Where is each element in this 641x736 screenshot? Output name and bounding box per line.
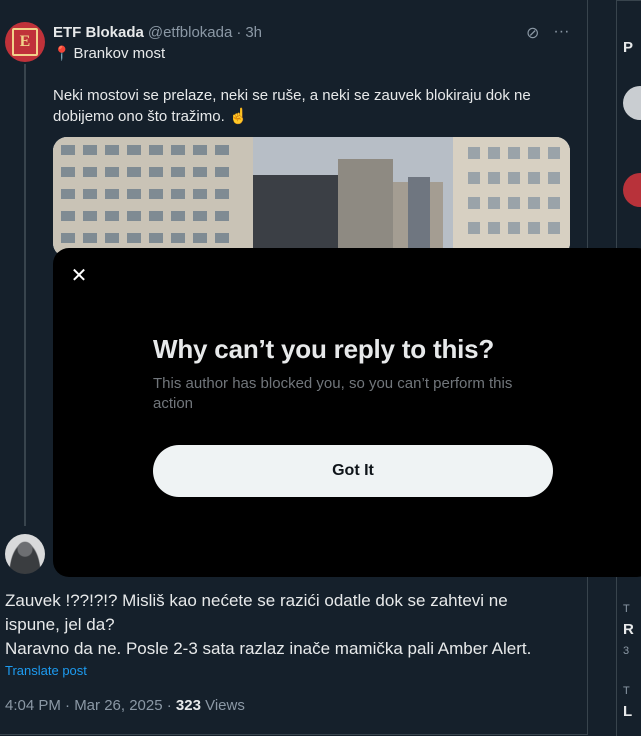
sidebar-fragment: T [623,685,630,697]
author-name[interactable]: ETF Blokada [53,24,144,41]
tweet-header: ETF Blokada @etfblokada · 3h [53,24,262,41]
close-icon[interactable]: ✕ [67,264,91,288]
post-timestamp[interactable]: 4:04 PM · Mar 26, 2025 · [5,697,176,714]
pointing-up-emoji: ☝ [228,108,248,125]
sidebar-fragment: P [623,39,634,56]
author-avatar[interactable]: E [5,22,45,62]
tweet-body: Neki mostovi se prelaze, neki se ruše, a… [53,87,531,125]
got-it-button[interactable]: Got It [153,445,553,497]
city-photo [53,137,570,257]
time-ago[interactable]: 3h [245,24,262,41]
location-text: Brankov most [73,45,166,62]
modal-subtitle: This author has blocked you, so you can’… [153,375,513,412]
blocked-reply-modal: ✕ Why can’t you reply to this? This auth… [53,248,641,577]
tweet-location: 📍 Brankov most [53,45,165,62]
sidebar-fragment: L [623,703,633,720]
views-label: Views [200,697,245,714]
pin-icon: 📍 [53,45,71,61]
views-count[interactable]: 323 [176,697,201,714]
sidebar-fragment: 3 [623,645,630,657]
thread-line [24,64,26,526]
translate-post-link[interactable]: Translate post [5,663,87,678]
sidebar-avatar[interactable] [623,86,641,120]
replier-avatar[interactable] [5,534,45,574]
reply-line-1: Zauvek !??!?!? Misliš kao nećete se razi… [5,591,508,634]
tweet-photo[interactable] [53,137,570,257]
sidebar-avatar[interactable] [623,173,641,207]
more-icon[interactable]: ··· [553,23,569,43]
reply-text: Zauvek !??!?!? Misliš kao nećete se razi… [5,589,565,661]
author-handle[interactable]: @etfblokada [148,24,232,41]
tweet-text: Neki mostovi se prelaze, neki se ruše, a… [53,85,553,127]
separator: · [236,24,242,41]
post-meta: 4:04 PM · Mar 26, 2025 · 323 Views [5,697,245,714]
sidebar-fragment: R [623,621,634,638]
grok-icon[interactable]: ⊘ [526,23,539,43]
modal-title: Why can’t you reply to this? [153,334,495,364]
tweet-actions-top: ⊘ ··· [526,23,569,43]
reply-line-2: Naravno da ne. Posle 2-3 sata razlaz ina… [5,639,532,658]
etf-logo-icon: E [12,28,38,56]
sidebar-fragment: T [623,603,630,615]
